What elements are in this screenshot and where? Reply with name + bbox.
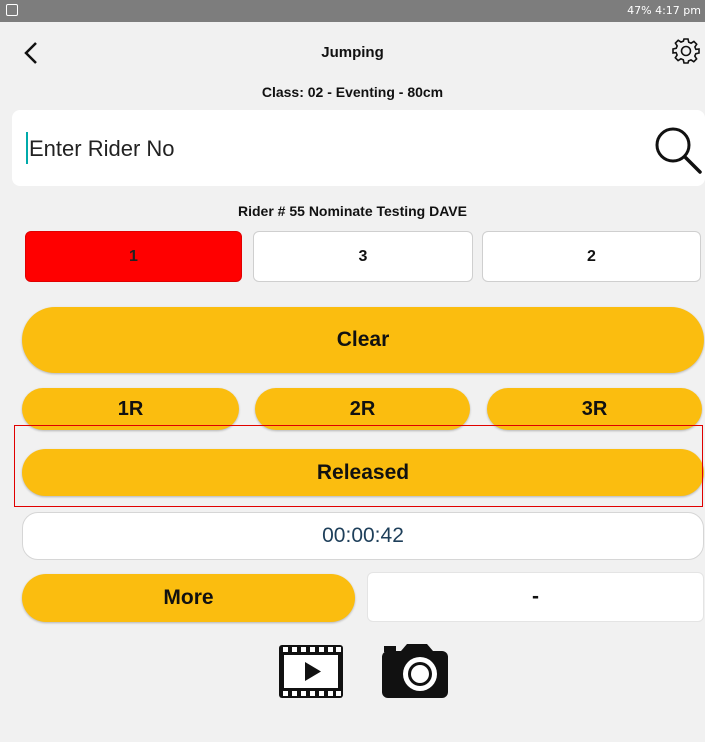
class-subtitle: Class: 02 - Eventing - 80cm <box>261 84 444 100</box>
position-button-3[interactable]: 3 <box>253 231 473 282</box>
text-caret <box>26 132 28 164</box>
gallery-icon <box>6 4 18 16</box>
camera-icon[interactable] <box>381 643 449 700</box>
status-bar: 47% 4:17 pm <box>0 0 705 22</box>
search-icon[interactable] <box>650 122 705 178</box>
rider-number-input[interactable] <box>27 128 611 170</box>
rider-label: Rider # 55 Nominate Testing DAVE <box>238 203 467 219</box>
timer-display: 00:00:42 <box>22 512 704 560</box>
released-button[interactable]: Released <box>22 449 704 496</box>
header: Jumping Class: 02 - Eventing - 80cm <box>0 22 705 110</box>
position-button-2[interactable]: 2 <box>482 231 701 282</box>
refusal-2r-button[interactable]: 2R <box>255 388 470 430</box>
position-button-1[interactable]: 1 <box>25 231 242 282</box>
more-button[interactable]: More <box>22 574 355 622</box>
clear-button[interactable]: Clear <box>22 307 704 373</box>
page-title: Jumping <box>321 44 384 61</box>
more-value-field: - <box>367 572 704 622</box>
refusal-1r-button[interactable]: 1R <box>22 388 239 430</box>
gear-icon[interactable] <box>671 36 701 66</box>
refusal-3r-button[interactable]: 3R <box>487 388 702 430</box>
video-icon[interactable] <box>277 643 345 700</box>
search-box <box>12 110 705 186</box>
status-right-text: 47% 4:17 pm <box>627 4 701 17</box>
